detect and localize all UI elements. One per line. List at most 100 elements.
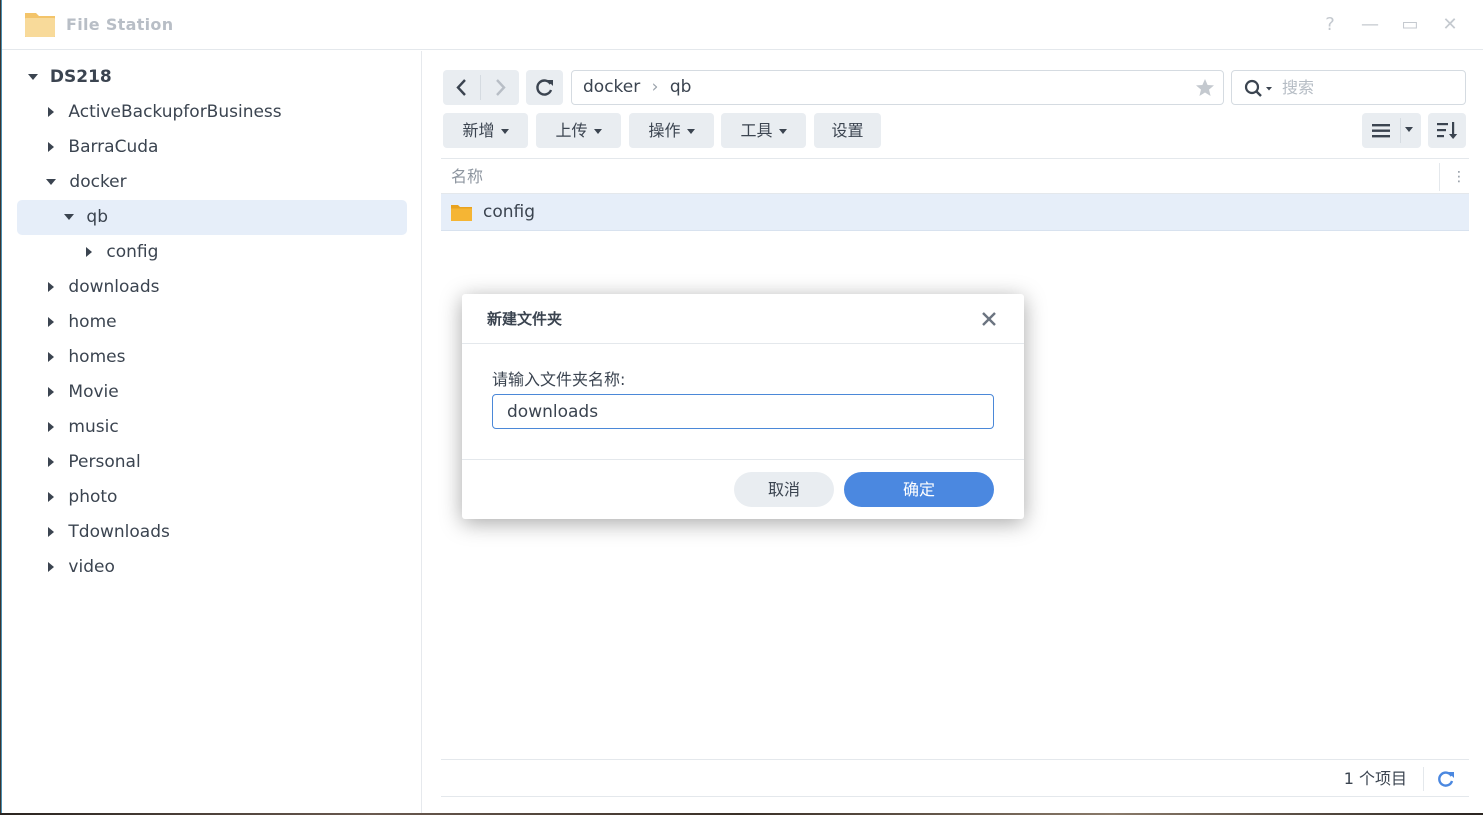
chevron-right-icon[interactable] bbox=[48, 317, 54, 327]
tree-item-qb[interactable]: qb bbox=[17, 200, 407, 235]
tree-item-label: home bbox=[68, 312, 117, 332]
tree-item-photo[interactable]: photo bbox=[48, 480, 117, 515]
folder-name-label: 请输入文件夹名称: bbox=[492, 370, 626, 389]
file-name: config bbox=[483, 202, 536, 222]
tree-item-label: docker bbox=[69, 172, 127, 192]
chevron-right-icon[interactable] bbox=[48, 457, 54, 467]
tree-item-config[interactable]: config bbox=[86, 235, 158, 270]
tree-item-downloads[interactable]: downloads bbox=[48, 270, 159, 305]
close-icon[interactable] bbox=[978, 308, 1000, 330]
dialog-title: 新建文件夹 bbox=[487, 310, 563, 328]
chevron-right-icon[interactable] bbox=[48, 422, 54, 432]
refresh-button[interactable] bbox=[526, 70, 563, 105]
search-input[interactable]: 搜索 bbox=[1282, 71, 1314, 104]
back-button[interactable] bbox=[443, 70, 481, 105]
close-icon[interactable]: ✕ bbox=[1439, 14, 1461, 36]
nav-button-group bbox=[443, 70, 519, 105]
maximize-icon[interactable]: ▭ bbox=[1399, 14, 1421, 36]
column-options-icon[interactable]: ⋮ bbox=[1449, 159, 1469, 195]
tree-item-personal[interactable]: Personal bbox=[48, 445, 141, 480]
tree-item-music[interactable]: music bbox=[48, 410, 119, 445]
sort-button[interactable] bbox=[1428, 113, 1466, 148]
tree-item-label: music bbox=[68, 417, 119, 437]
chevron-down-icon[interactable] bbox=[64, 214, 74, 220]
status-bar: 1 个项目 bbox=[441, 759, 1469, 797]
app-title: File Station bbox=[66, 15, 174, 34]
upload-button-label: 上传 bbox=[555, 121, 588, 140]
path-separator: › bbox=[651, 77, 659, 97]
help-icon[interactable]: ? bbox=[1319, 14, 1341, 36]
folder-tree: DS218 ActiveBackupforBusiness BarraCuda … bbox=[2, 51, 422, 813]
forward-button[interactable] bbox=[481, 70, 519, 105]
caret-down-icon bbox=[500, 129, 509, 134]
title-bar: File Station ? — ▭ ✕ bbox=[2, 0, 1483, 50]
search-box[interactable]: 搜索 bbox=[1231, 70, 1466, 105]
tree-item-homes[interactable]: homes bbox=[48, 340, 125, 375]
chevron-down-icon[interactable] bbox=[28, 74, 38, 80]
status-divider bbox=[1423, 767, 1424, 791]
tree-item-home[interactable]: home bbox=[48, 305, 117, 340]
caret-down-icon[interactable] bbox=[1404, 126, 1416, 134]
chevron-right-icon[interactable] bbox=[48, 387, 54, 397]
dialog-header: 新建文件夹 bbox=[462, 294, 1024, 344]
new-folder-dialog: 新建文件夹 请输入文件夹名称: 取消 确定 bbox=[462, 294, 1024, 519]
tree-item-label: config bbox=[106, 242, 159, 262]
item-count: 1 个项目 bbox=[1343, 769, 1407, 788]
view-mode-button[interactable] bbox=[1362, 113, 1421, 148]
view-divider bbox=[1400, 118, 1401, 143]
sort-icon bbox=[1437, 122, 1458, 139]
caret-down-icon bbox=[686, 129, 695, 134]
chevron-right-icon[interactable] bbox=[48, 352, 54, 362]
caret-down-icon bbox=[778, 129, 787, 134]
tree-item-label: Tdownloads bbox=[68, 522, 170, 542]
tree-item-video[interactable]: video bbox=[48, 550, 115, 585]
path-segment-docker[interactable]: docker bbox=[583, 77, 640, 97]
chevron-right-icon[interactable] bbox=[48, 282, 54, 292]
tree-item-label: BarraCuda bbox=[68, 137, 159, 157]
chevron-right-icon[interactable] bbox=[48, 107, 54, 117]
refresh-icon[interactable] bbox=[1437, 770, 1455, 788]
tree-item-barracuda[interactable]: BarraCuda bbox=[48, 130, 158, 165]
chevron-right-icon[interactable] bbox=[48, 142, 54, 152]
tree-item-label: ActiveBackupforBusiness bbox=[68, 102, 282, 122]
star-icon[interactable] bbox=[1195, 78, 1215, 98]
chevron-right-icon[interactable] bbox=[48, 492, 54, 502]
tree-item-label: homes bbox=[68, 347, 126, 367]
search-icon[interactable] bbox=[1244, 79, 1278, 99]
upload-button[interactable]: 上传 bbox=[536, 113, 621, 148]
action-button[interactable]: 操作 bbox=[629, 113, 714, 148]
path-bar[interactable]: docker › qb bbox=[571, 70, 1224, 105]
tree-item-tdownloads[interactable]: Tdownloads bbox=[48, 515, 170, 550]
file-station-app-icon bbox=[25, 13, 55, 37]
refresh-icon bbox=[536, 79, 553, 96]
column-header-name[interactable]: 名称 bbox=[451, 159, 483, 195]
tools-button-label: 工具 bbox=[740, 121, 773, 140]
tools-button[interactable]: 工具 bbox=[721, 113, 806, 148]
tree-item-label: downloads bbox=[68, 277, 160, 297]
settings-button-label: 设置 bbox=[831, 121, 864, 140]
chevron-down-icon[interactable] bbox=[46, 179, 56, 185]
ok-button[interactable]: 确定 bbox=[844, 472, 994, 507]
chevron-right-icon[interactable] bbox=[48, 562, 54, 572]
column-divider bbox=[1439, 163, 1440, 191]
action-button-label: 操作 bbox=[648, 121, 681, 140]
chevron-right-icon[interactable] bbox=[48, 527, 54, 537]
new-button[interactable]: 新增 bbox=[443, 113, 528, 148]
minimize-icon[interactable]: — bbox=[1359, 14, 1381, 36]
tree-item-label: photo bbox=[68, 487, 118, 507]
path-segment-qb[interactable]: qb bbox=[670, 77, 692, 97]
tree-item-label: Movie bbox=[68, 382, 119, 402]
dialog-footer-divider bbox=[462, 459, 1024, 460]
cancel-button[interactable]: 取消 bbox=[734, 472, 834, 507]
tree-item-docker[interactable]: docker bbox=[46, 165, 127, 200]
table-row[interactable]: config bbox=[441, 194, 1469, 231]
file-list-header: 名称 ⋮ bbox=[441, 158, 1469, 194]
chevron-right-icon[interactable] bbox=[86, 247, 92, 257]
tree-item-movie[interactable]: Movie bbox=[48, 375, 119, 410]
list-view-icon bbox=[1372, 124, 1390, 138]
tree-item-activebackupforbusiness[interactable]: ActiveBackupforBusiness bbox=[48, 95, 282, 130]
folder-name-input[interactable] bbox=[492, 394, 994, 429]
settings-button[interactable]: 设置 bbox=[814, 113, 881, 148]
tree-root-label: DS218 bbox=[49, 67, 112, 87]
tree-root-ds218[interactable]: DS218 bbox=[28, 60, 112, 95]
